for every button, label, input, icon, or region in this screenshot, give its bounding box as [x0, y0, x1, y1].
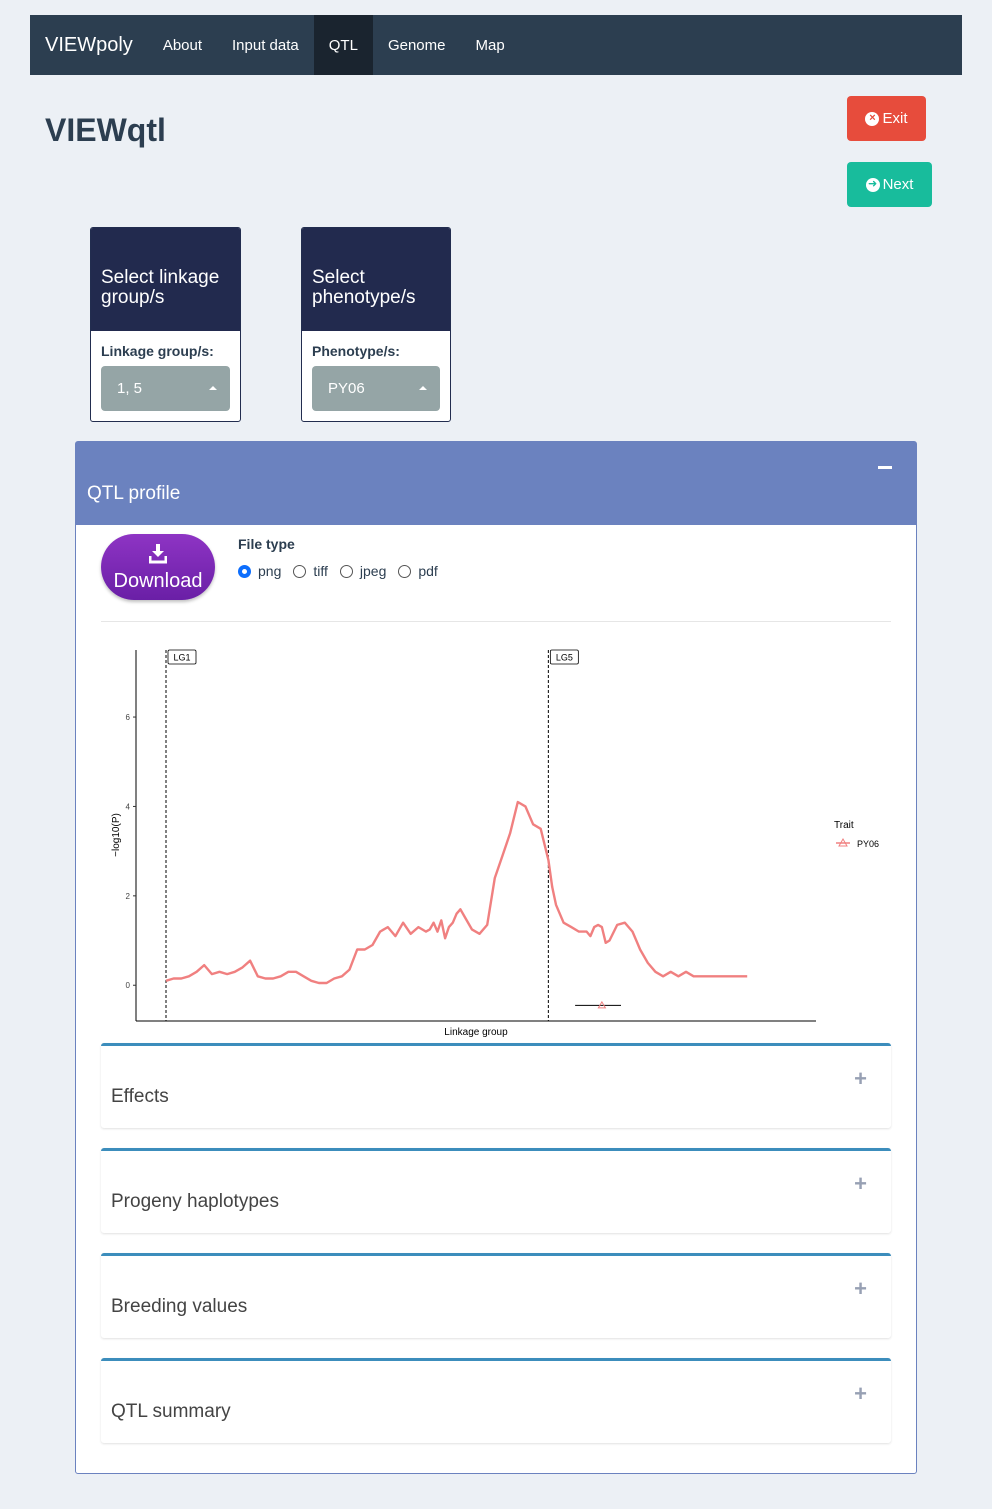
file-type-group: File type png tiff jpeg pdf	[238, 536, 450, 579]
radio-jpeg[interactable]: jpeg	[339, 563, 387, 579]
expand-plus-icon[interactable]: +	[854, 1276, 867, 1302]
linkage-group-value: 1, 5	[117, 380, 143, 397]
linkage-group-label: Linkage group/s:	[101, 343, 214, 359]
nav-map[interactable]: Map	[460, 15, 519, 75]
qtl-profile-header: QTL profile	[76, 442, 916, 525]
x-axis-label: Linkage group	[444, 1027, 508, 1038]
nav-input-data[interactable]: Input data	[217, 15, 314, 75]
close-icon: ×	[865, 111, 880, 126]
radio-label-pdf: pdf	[418, 563, 438, 579]
y-axis-label: −log10(P)	[111, 813, 122, 857]
phenotype-box: Select phenotype/s Phenotype/s: PY06	[301, 227, 451, 422]
breeding-values-box: Breeding values +	[101, 1253, 891, 1338]
download-button[interactable]: Download	[101, 534, 215, 600]
y-tick-label: 6	[126, 713, 131, 722]
legend-entry: PY06	[857, 839, 879, 849]
y-tick-label: 0	[126, 981, 131, 990]
y-tick-label: 4	[126, 802, 131, 811]
linkage-group-box: Select linkage group/s Linkage group/s: …	[90, 227, 241, 422]
exit-button[interactable]: × Exit	[847, 96, 926, 141]
linkage-group-select[interactable]: 1, 5	[101, 366, 230, 411]
qtl-summary-box: QTL summary +	[101, 1358, 891, 1443]
phenotype-value: PY06	[328, 380, 365, 397]
linkage-group-header: Select linkage group/s	[91, 228, 240, 331]
radio-tiff[interactable]: tiff	[293, 563, 328, 579]
file-type-label: File type	[238, 536, 295, 552]
exit-label: Exit	[882, 110, 908, 127]
radio-dot	[339, 564, 353, 578]
qtl-profile-chart: 0 2 4 6 LG1 LG5 Linkage group −log10(P) Trait…	[111, 649, 879, 1038]
radio-dot-selected	[238, 564, 251, 578]
collapse-minus-icon[interactable]	[878, 466, 892, 469]
linkage-group-label: LG1	[173, 653, 190, 663]
expand-plus-icon[interactable]: +	[854, 1171, 867, 1197]
nav-genome[interactable]: Genome	[373, 15, 461, 75]
radio-label-jpeg: jpeg	[359, 563, 387, 579]
y-tick-label: 2	[126, 892, 131, 901]
progeny-haplotypes-title: Progeny haplotypes	[111, 1191, 279, 1212]
linkage-group-label: LG5	[556, 653, 573, 663]
download-label: Download	[113, 570, 203, 592]
effects-title: Effects	[111, 1086, 169, 1107]
radio-label-tiff: tiff	[313, 563, 328, 579]
radio-pdf[interactable]: pdf	[398, 563, 438, 579]
arrow-right-icon: ➜	[865, 177, 880, 192]
top-navbar: VIEWpoly About Input data QTL Genome Map	[30, 15, 962, 75]
nav-about[interactable]: About	[148, 15, 217, 75]
radio-dot	[398, 564, 412, 578]
qtl-profile-title: QTL profile	[87, 483, 181, 504]
nav-qtl[interactable]: QTL	[313, 15, 373, 75]
phenotype-label: Phenotype/s:	[312, 343, 400, 359]
radio-png[interactable]: png	[238, 563, 281, 579]
caret-up-icon	[419, 386, 427, 390]
effects-box: Effects +	[101, 1043, 891, 1128]
series-line-PY06	[165, 800, 748, 985]
page-title: VIEWqtl	[45, 112, 166, 148]
divider	[101, 621, 891, 622]
expand-plus-icon[interactable]: +	[854, 1381, 867, 1407]
phenotype-header: Select phenotype/s	[302, 228, 450, 331]
expand-plus-icon[interactable]: +	[854, 1066, 867, 1092]
radio-dot	[293, 564, 307, 578]
download-icon	[149, 544, 167, 564]
caret-up-icon	[209, 386, 217, 390]
next-label: Next	[882, 176, 914, 193]
brand[interactable]: VIEWpoly	[30, 15, 148, 75]
phenotype-select[interactable]: PY06	[312, 366, 440, 411]
qtl-summary-title: QTL summary	[111, 1401, 231, 1422]
progeny-haplotypes-box: Progeny haplotypes +	[101, 1148, 891, 1233]
next-button[interactable]: ➜ Next	[847, 162, 932, 207]
radio-label-png: png	[258, 563, 282, 579]
legend-title: Trait	[834, 820, 854, 831]
breeding-values-title: Breeding values	[111, 1296, 248, 1317]
